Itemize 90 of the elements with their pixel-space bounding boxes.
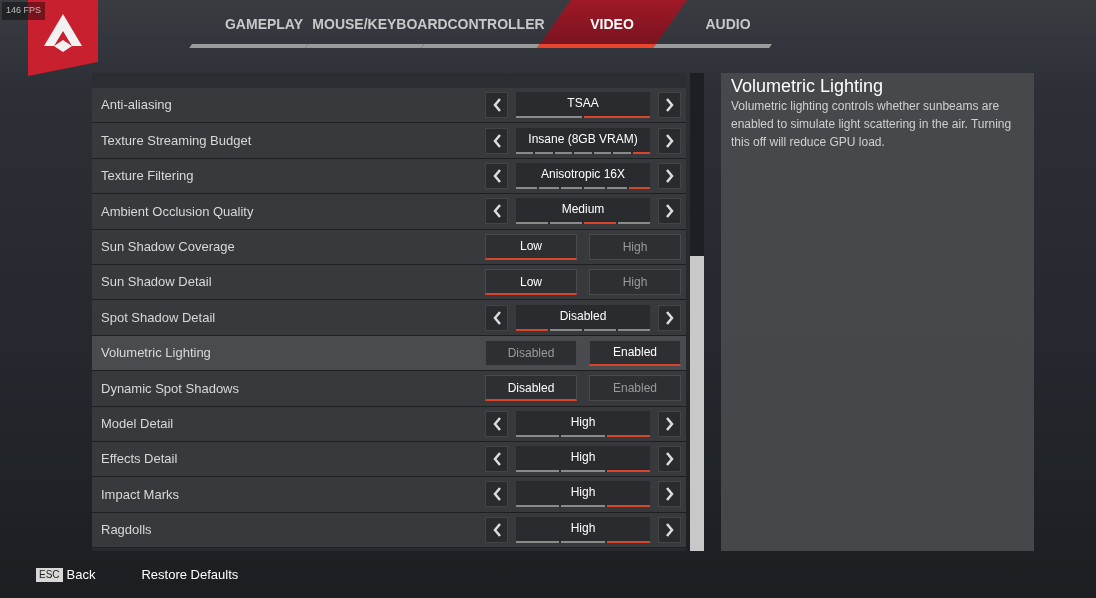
setting-row[interactable]: Volumetric Lighting Disabled Enabled xyxy=(92,335,686,372)
chevron-left-icon xyxy=(492,98,501,113)
setting-row[interactable]: Effects Detail High xyxy=(92,441,686,478)
chevron-right-icon xyxy=(665,133,674,148)
option-button[interactable]: Low xyxy=(485,269,577,296)
chevron-right-icon xyxy=(665,416,674,431)
chevron-left-icon xyxy=(492,310,501,325)
setting-row[interactable]: Impact Marks High xyxy=(92,477,686,513)
previous-button[interactable] xyxy=(485,304,508,331)
setting-value: High xyxy=(570,519,596,536)
chevron-right-icon xyxy=(665,204,674,219)
scrollbar[interactable] xyxy=(690,73,704,551)
setting-value: High xyxy=(570,484,596,501)
setting-row[interactable]: Texture Filtering Anisotropic 16X xyxy=(92,158,686,195)
chevron-right-icon xyxy=(665,310,674,325)
setting-value: High xyxy=(570,449,596,466)
next-button[interactable] xyxy=(658,198,681,225)
chevron-left-icon xyxy=(492,452,501,467)
chevron-left-icon xyxy=(492,204,501,219)
previous-button[interactable] xyxy=(485,446,508,473)
setting-label: Anti-aliasing xyxy=(101,96,173,115)
previous-button[interactable] xyxy=(485,516,508,543)
option-button[interactable]: Enabled xyxy=(589,339,681,366)
chevron-right-icon xyxy=(665,522,674,537)
chevron-right-icon xyxy=(665,168,674,183)
option-button[interactable]: High xyxy=(589,233,681,260)
chevron-right-icon xyxy=(665,98,674,113)
description-text: Volumetric lighting controls whether sunbeams are enabled to simulate light scattering in the air. Turning this off will reduce GPU load. xyxy=(731,98,1013,151)
next-button[interactable] xyxy=(658,127,681,154)
chevron-left-icon xyxy=(492,168,501,183)
setting-value: Medium xyxy=(561,201,605,218)
setting-row[interactable]: Model Detail High xyxy=(92,406,686,442)
tab[interactable]: CONTROLLER xyxy=(447,13,545,35)
setting-label: Volumetric Lighting xyxy=(101,344,212,363)
restore-defaults-button[interactable]: Restore Defaults xyxy=(141,564,239,585)
previous-button[interactable] xyxy=(485,198,508,225)
chevron-right-icon xyxy=(665,452,674,467)
setting-label: Impact Marks xyxy=(101,485,180,504)
next-button[interactable] xyxy=(658,162,681,189)
tab[interactable]: GAMEPLAY xyxy=(224,13,304,35)
setting-label: Ragdolls xyxy=(101,521,153,540)
setting-value: High xyxy=(570,413,596,430)
setting-label: Model Detail xyxy=(101,414,175,433)
next-button[interactable] xyxy=(658,304,681,331)
setting-value: TSAA xyxy=(567,95,599,112)
setting-value: Anisotropic 16X xyxy=(540,165,625,182)
next-button[interactable] xyxy=(658,410,681,437)
previous-button[interactable] xyxy=(485,481,508,508)
back-button[interactable]: Back xyxy=(66,564,96,585)
chevron-left-icon xyxy=(492,133,501,148)
previous-button[interactable] xyxy=(485,92,508,119)
next-button[interactable] xyxy=(658,92,681,119)
setting-row[interactable]: Sun Shadow Coverage Low High xyxy=(92,229,686,265)
scrollbar-thumb[interactable] xyxy=(690,256,704,551)
setting-label: Spot Shadow Detail xyxy=(101,308,217,327)
chevron-left-icon xyxy=(492,416,501,431)
setting-row[interactable]: Dynamic Spot Shadows Disabled Enabled xyxy=(92,371,686,407)
description-title: Volumetric Lighting xyxy=(731,75,885,97)
setting-row[interactable]: Texture Streaming Budget Insane (8GB VRAM) xyxy=(92,123,686,159)
next-button[interactable] xyxy=(658,481,681,508)
setting-row[interactable]: Spot Shadow Detail Disabled xyxy=(92,300,686,336)
chevron-right-icon xyxy=(665,487,674,502)
tab[interactable]: VIDEO xyxy=(590,13,634,35)
next-button[interactable] xyxy=(658,446,681,473)
setting-value: Disabled xyxy=(559,307,607,324)
option-button[interactable]: Disabled xyxy=(485,375,577,402)
chevron-left-icon xyxy=(492,522,501,537)
option-button[interactable]: High xyxy=(589,269,681,296)
tab[interactable]: MOUSE/KEYBOARD xyxy=(312,13,448,35)
setting-label: Ambient Occlusion Quality xyxy=(101,202,255,221)
previous-button[interactable] xyxy=(485,127,508,154)
chevron-left-icon xyxy=(492,487,501,502)
setting-label: Dynamic Spot Shadows xyxy=(101,379,240,398)
option-button[interactable]: Low xyxy=(485,233,577,260)
tab[interactable]: AUDIO xyxy=(705,13,751,35)
next-button[interactable] xyxy=(658,516,681,543)
setting-label: Sun Shadow Detail xyxy=(101,273,213,292)
setting-row[interactable]: Ragdolls High xyxy=(92,512,686,549)
setting-row[interactable]: Sun Shadow Detail Low High xyxy=(92,264,686,301)
option-button[interactable]: Disabled xyxy=(485,339,577,366)
option-button[interactable]: Enabled xyxy=(589,375,681,402)
previous-button[interactable] xyxy=(485,410,508,437)
setting-label: Texture Filtering xyxy=(101,167,195,186)
setting-label: Sun Shadow Coverage xyxy=(101,238,236,256)
setting-value: Insane (8GB VRAM) xyxy=(528,130,638,147)
setting-label: Texture Streaming Budget xyxy=(101,131,253,150)
setting-row[interactable]: Ambient Occlusion Quality Medium xyxy=(92,194,686,230)
previous-button[interactable] xyxy=(485,162,508,189)
setting-row[interactable]: Anti-aliasing TSAA xyxy=(92,88,686,124)
setting-label: Effects Detail xyxy=(101,450,179,469)
